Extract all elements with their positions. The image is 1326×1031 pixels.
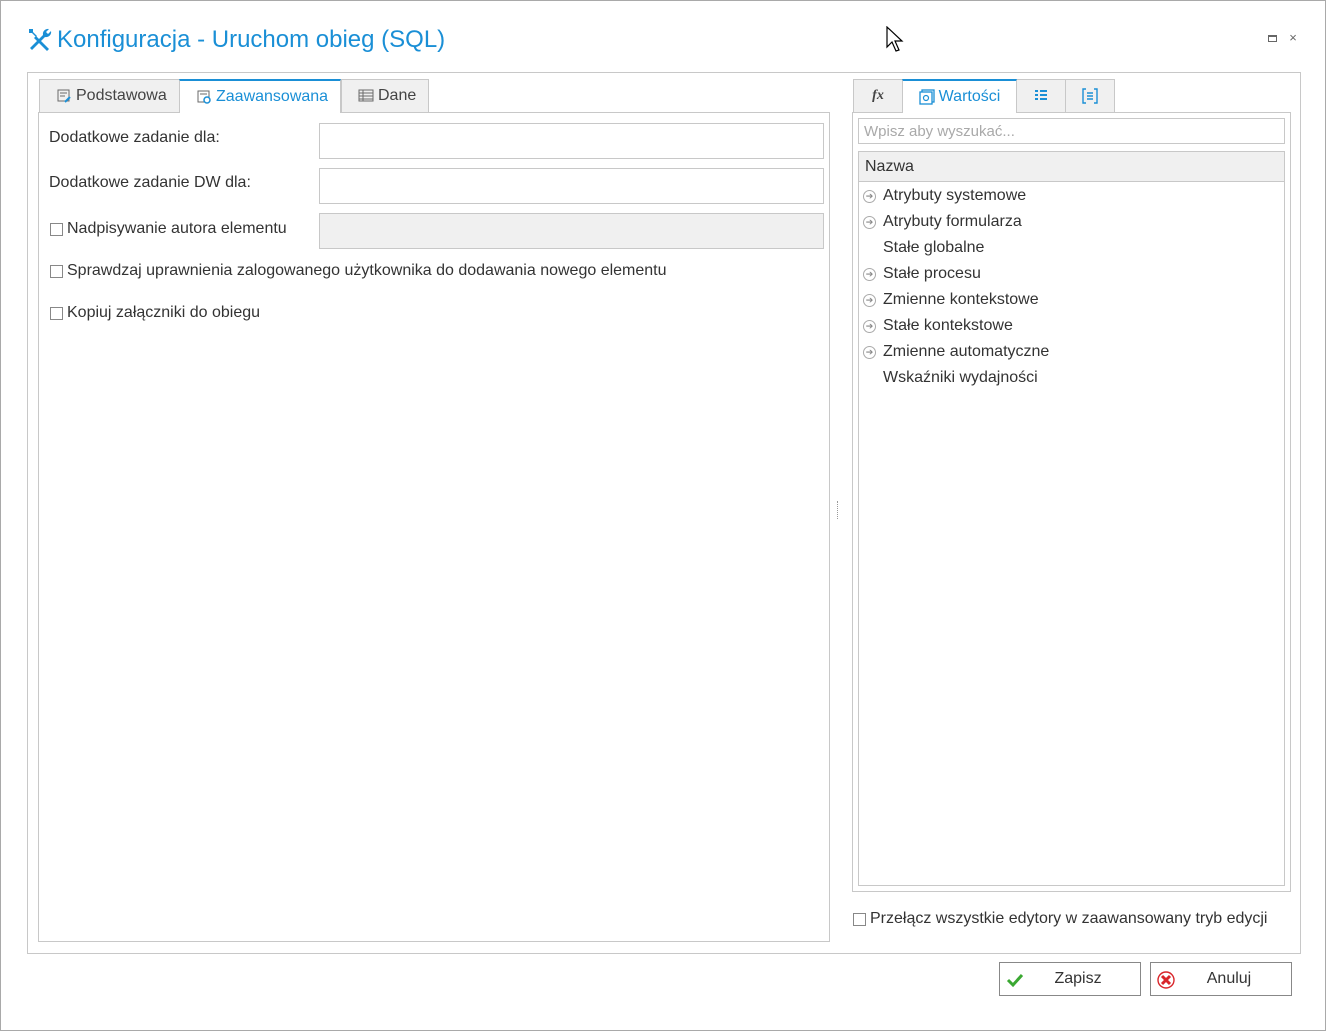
extra-task-dw-label: Dodatkowe zadanie DW dla: — [49, 174, 251, 191]
tab-functions[interactable]: fx — [853, 79, 903, 112]
window-title: Konfiguracja - Uruchom obieg (SQL) — [57, 26, 446, 53]
tab-podstawowa[interactable]: Podstawowa — [39, 79, 180, 112]
expand-arrow-icon[interactable]: ➔ — [863, 189, 876, 203]
tree-item-label: Stałe kontekstowe — [883, 317, 1013, 334]
expand-arrow-icon[interactable]: ➔ — [863, 267, 876, 281]
form-fields-icon — [1082, 88, 1098, 104]
save-button[interactable]: Zapisz — [999, 962, 1141, 996]
tree-item[interactable]: ➔ Zmienne automatyczne — [863, 339, 1049, 365]
tree-item-label: Wskaźniki wydajności — [883, 369, 1038, 386]
form-settings-icon — [197, 90, 211, 104]
cancel-x-icon — [1157, 971, 1175, 989]
extra-task-label: Dodatkowe zadanie dla: — [49, 129, 220, 146]
expand-arrow-icon[interactable]: ➔ — [863, 293, 876, 307]
config-window: Konfiguracja - Uruchom obieg (SQL) × Pod… — [0, 0, 1326, 1031]
override-author-input — [319, 213, 824, 249]
list-icon — [1035, 90, 1047, 100]
close-icon[interactable]: × — [1286, 31, 1300, 45]
values-tree: Nazwa ➔ Atrybuty systemowe ➔ Atrybuty formu… — [858, 151, 1285, 886]
tree-item-label: Atrybuty formularza — [883, 213, 1022, 230]
expand-arrow-icon[interactable]: ➔ — [863, 215, 876, 229]
tab-label: Dane — [378, 87, 417, 104]
checkbox-box[interactable] — [50, 264, 63, 278]
checkbox-box[interactable] — [853, 912, 866, 926]
tab-form-fields[interactable] — [1065, 79, 1115, 112]
column-header-nazwa[interactable]: Nazwa — [859, 152, 1284, 182]
form-icon — [57, 89, 71, 103]
table-icon — [358, 89, 374, 102]
tree-item[interactable]: ➔ Stałe procesu — [863, 261, 981, 287]
tab-label: Zaawansowana — [216, 88, 329, 105]
copy-attachments-label: Kopiuj załączniki do obiegu — [67, 304, 261, 321]
check-permissions-label: Sprawdzaj uprawnienia zalogowanego użytk… — [67, 262, 667, 279]
advanced-mode-label: Przełącz wszystkie edytory w zaawansowan… — [870, 910, 1268, 927]
tree-item[interactable]: ➔ Stałe kontekstowe — [863, 313, 1013, 339]
expand-arrow-icon[interactable]: ➔ — [863, 319, 876, 333]
tools-icon — [29, 28, 52, 51]
cancel-button[interactable]: Anuluj — [1150, 962, 1292, 996]
extra-task-input[interactable] — [319, 123, 824, 159]
checkbox-box[interactable] — [50, 222, 63, 236]
search-input[interactable] — [858, 118, 1285, 144]
tree-item-label: Zmienne kontekstowe — [883, 291, 1039, 308]
tree-item[interactable]: ➔ Atrybuty systemowe — [863, 183, 1026, 209]
tree-item[interactable]: Stałe globalne — [863, 235, 984, 261]
tree-item[interactable]: Wskaźniki wydajności — [863, 365, 1038, 391]
maximize-icon[interactable] — [1265, 31, 1279, 45]
tab-dane[interactable]: Dane — [341, 79, 429, 112]
copy-attachments-checkbox[interactable]: Kopiuj załączniki do obiegu — [50, 304, 260, 322]
tree-item-label: Stałe procesu — [883, 265, 981, 282]
tab-wartosci[interactable]: Wartości — [902, 79, 1017, 113]
values-icon — [919, 89, 935, 105]
panel-splitter[interactable] — [837, 501, 839, 519]
override-author-label: Nadpisywanie autora elementu — [67, 220, 287, 237]
expand-arrow-icon[interactable]: ➔ — [863, 345, 876, 359]
mouse-cursor-icon — [886, 26, 904, 52]
extra-task-dw-input[interactable] — [319, 168, 824, 204]
checkbox-box[interactable] — [50, 306, 63, 320]
tab-zaawansowana[interactable]: Zaawansowana — [179, 79, 341, 113]
tab-list[interactable] — [1016, 79, 1066, 112]
tab-label: Podstawowa — [76, 87, 167, 104]
tab-label: Wartości — [938, 88, 1001, 105]
check-permissions-checkbox[interactable]: Sprawdzaj uprawnienia zalogowanego użytk… — [50, 262, 667, 280]
override-author-checkbox[interactable]: Nadpisywanie autora elementu — [50, 220, 287, 238]
advanced-mode-checkbox[interactable]: Przełącz wszystkie edytory w zaawansowan… — [853, 910, 1267, 928]
tree-item[interactable]: ➔ Atrybuty formularza — [863, 209, 1022, 235]
checkmark-icon — [1006, 973, 1024, 988]
tree-item-label: Atrybuty systemowe — [883, 187, 1027, 204]
tree-item-label: Stałe globalne — [883, 239, 985, 256]
function-icon: fx — [872, 88, 884, 103]
title-bar: Konfiguracja - Uruchom obieg (SQL) × — [1, 1, 1325, 71]
tree-item-label: Zmienne automatyczne — [883, 343, 1050, 360]
tree-item[interactable]: ➔ Zmienne kontekstowe — [863, 287, 1039, 313]
